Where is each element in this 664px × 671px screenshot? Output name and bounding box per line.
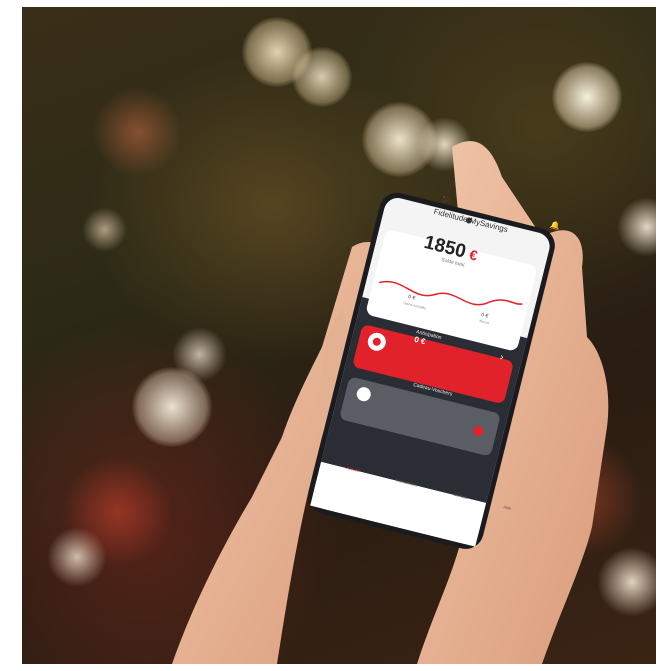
photo: Fidelitude MySavings 1850 € Solde total …: [22, 7, 656, 664]
phone: [307, 192, 555, 549]
